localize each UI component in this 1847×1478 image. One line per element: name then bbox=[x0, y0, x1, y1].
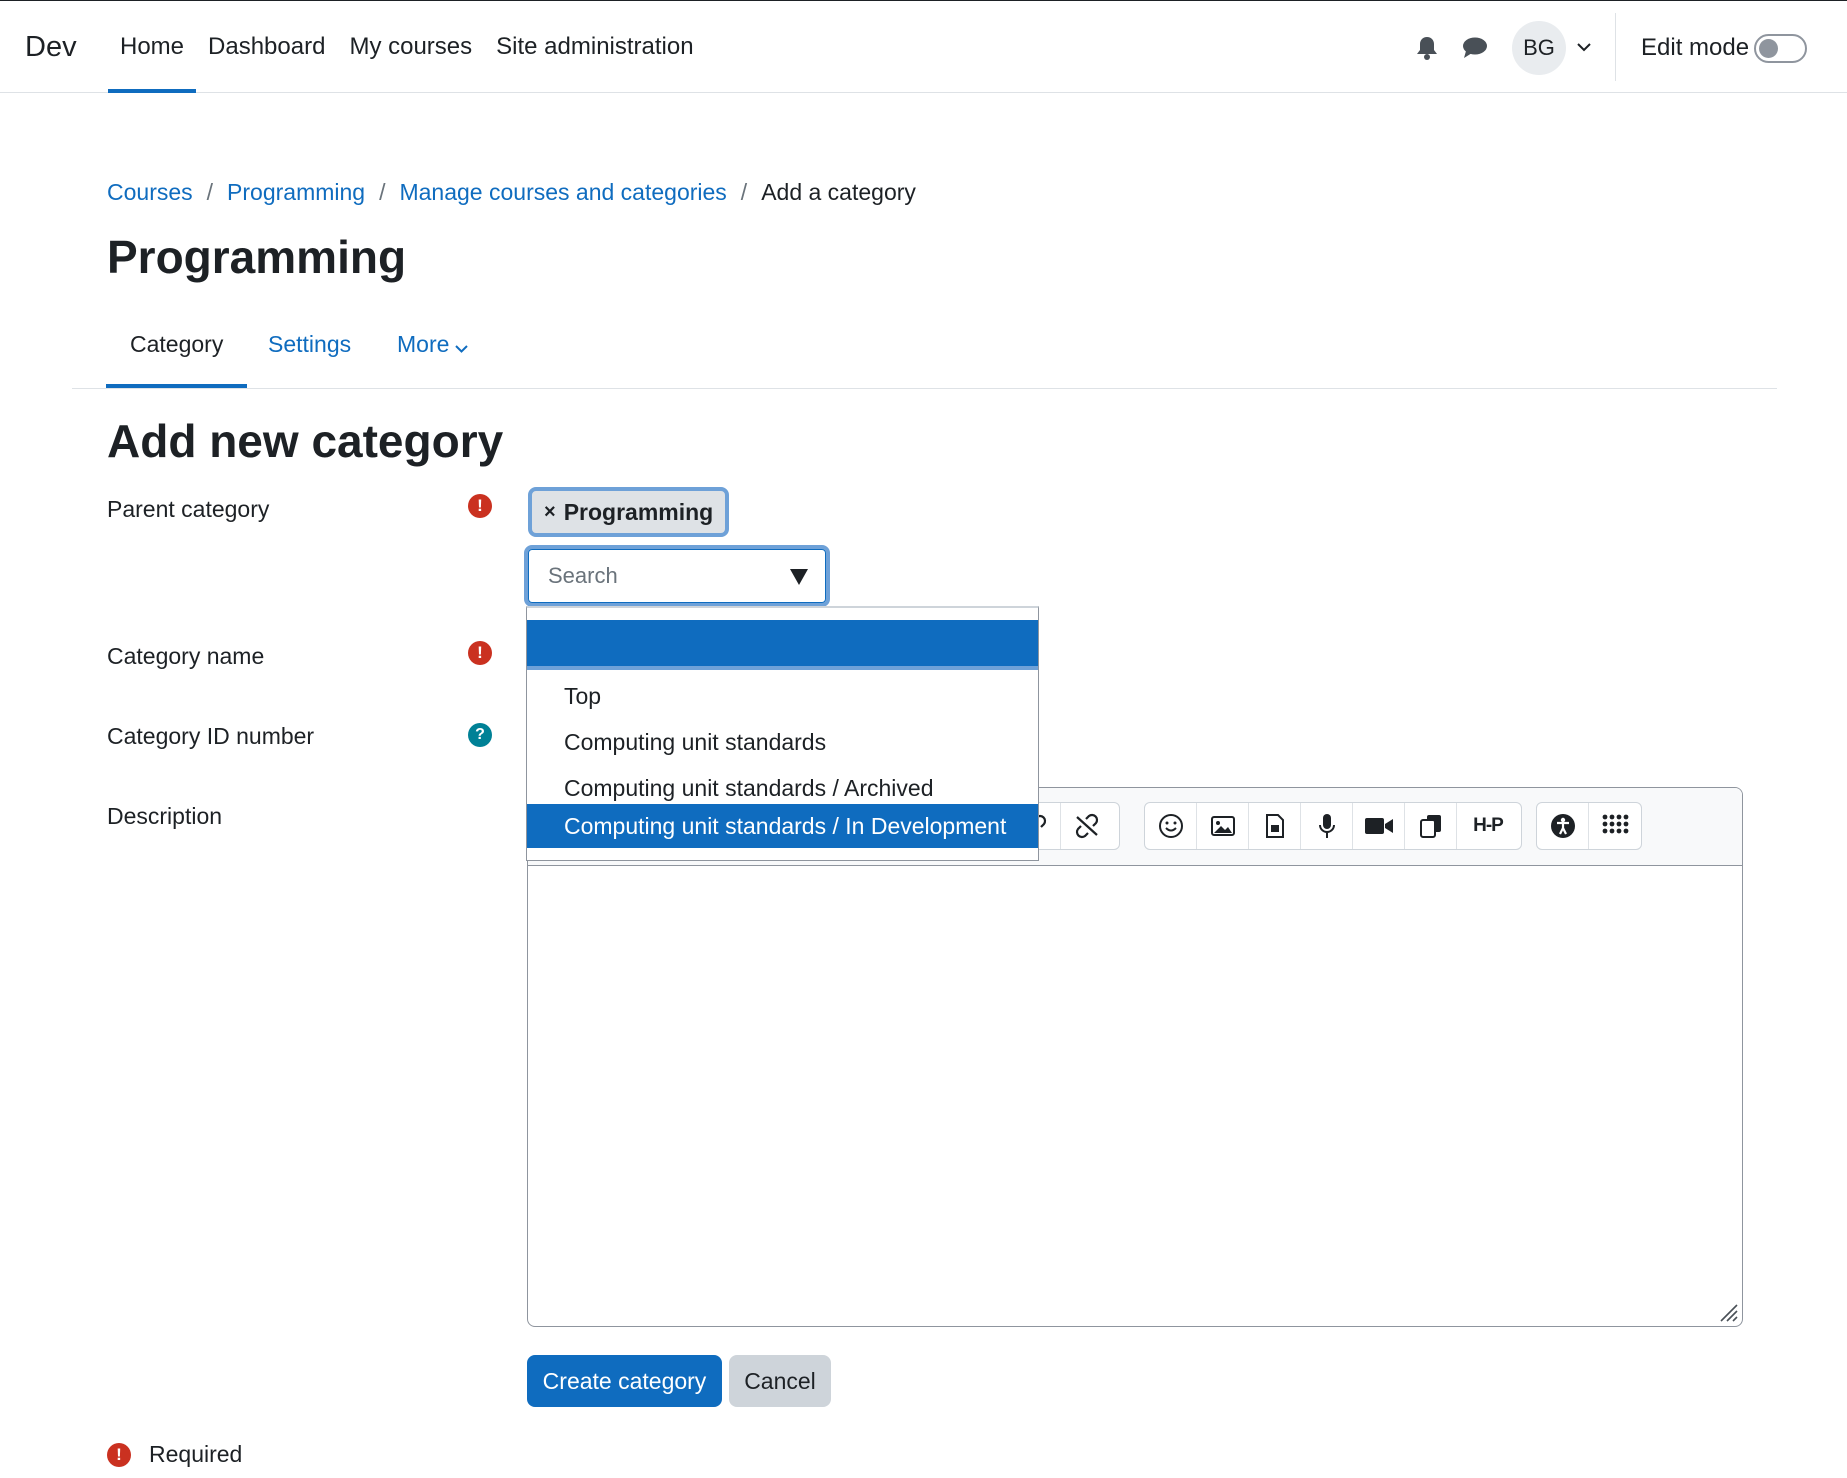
secondary-navigation: Category Settings More bbox=[72, 310, 1777, 389]
required-icon: ! bbox=[468, 641, 492, 665]
user-avatar[interactable]: BG bbox=[1512, 21, 1566, 75]
record-video-icon[interactable] bbox=[1353, 803, 1405, 849]
copy-icon[interactable] bbox=[1405, 803, 1457, 849]
help-icon[interactable]: ? bbox=[468, 723, 492, 747]
create-category-button[interactable]: Create category bbox=[527, 1355, 722, 1407]
edit-mode-toggle[interactable] bbox=[1754, 34, 1807, 63]
nav-site-administration-link[interactable]: Site administration bbox=[484, 1, 705, 93]
required-icon: ! bbox=[107, 1442, 131, 1467]
tab-more-label: More bbox=[397, 331, 450, 357]
nav-utility-icons bbox=[1403, 28, 1499, 68]
toolbar-media-group: H-P bbox=[1144, 802, 1522, 850]
more-apps-icon[interactable] bbox=[1589, 803, 1641, 849]
breadcrumb: Courses / Programming / Manage courses a… bbox=[107, 179, 916, 206]
cancel-button[interactable]: Cancel bbox=[729, 1355, 831, 1407]
breadcrumb-programming-link[interactable]: Programming bbox=[227, 179, 365, 206]
toolbar-tools-group bbox=[1536, 802, 1642, 850]
bell-icon[interactable] bbox=[1403, 28, 1451, 68]
parent-category-search[interactable] bbox=[524, 545, 830, 607]
nav-dashboard-link[interactable]: Dashboard bbox=[196, 1, 337, 93]
page-title: Programming bbox=[107, 231, 407, 283]
media-icon[interactable] bbox=[1249, 803, 1301, 849]
category-id-number-label: Category ID number bbox=[107, 723, 315, 749]
emoji-icon[interactable] bbox=[1145, 803, 1197, 849]
breadcrumb-current: Add a category bbox=[761, 179, 916, 205]
primary-navigation: Home Dashboard My courses Site administr… bbox=[108, 1, 706, 93]
required-legend-label: Required bbox=[149, 1441, 243, 1467]
parent-category-options: Top Computing unit standards Computing u… bbox=[526, 606, 1039, 861]
breadcrumb-separator: / bbox=[379, 179, 386, 205]
toggle-knob bbox=[1759, 39, 1778, 58]
required-legend: ! Required bbox=[107, 1441, 242, 1468]
edit-mode-label: Edit mode bbox=[1641, 34, 1750, 61]
dropdown-arrow-icon[interactable] bbox=[790, 569, 808, 585]
category-name-label: Category name bbox=[107, 643, 265, 669]
breadcrumb-separator: / bbox=[740, 179, 748, 205]
form-title: Add new category bbox=[107, 415, 504, 467]
chevron-down-icon[interactable] bbox=[1576, 37, 1592, 62]
chevron-down-icon bbox=[455, 312, 469, 380]
option-computing-in-development[interactable]: Computing unit standards / In Developmen… bbox=[527, 804, 1038, 848]
resize-handle-icon[interactable] bbox=[1716, 1300, 1738, 1322]
site-brand[interactable]: Dev bbox=[25, 31, 77, 64]
tab-category[interactable]: Category bbox=[105, 310, 248, 388]
image-icon[interactable] bbox=[1197, 803, 1249, 849]
chip-label: Programming bbox=[563, 498, 714, 525]
chat-icon[interactable] bbox=[1451, 28, 1499, 68]
parent-category-label: Parent category bbox=[107, 496, 270, 522]
search-input[interactable] bbox=[528, 549, 826, 603]
selected-parent-chip[interactable]: × Programming bbox=[528, 487, 730, 537]
h5p-icon[interactable]: H-P bbox=[1457, 803, 1519, 849]
option-blank[interactable] bbox=[527, 620, 1038, 670]
nav-divider bbox=[1615, 13, 1616, 81]
breadcrumb-separator: / bbox=[206, 179, 214, 205]
option-top[interactable]: Top bbox=[527, 674, 1038, 718]
h5p-label: H-P bbox=[1473, 815, 1504, 836]
description-label: Description bbox=[107, 803, 223, 829]
close-icon[interactable]: × bbox=[544, 501, 556, 524]
nav-home-link[interactable]: Home bbox=[108, 1, 197, 93]
nav-my-courses-link[interactable]: My courses bbox=[337, 1, 484, 93]
record-audio-icon[interactable] bbox=[1301, 803, 1353, 849]
required-icon: ! bbox=[468, 494, 492, 518]
option-computing-unit-standards[interactable]: Computing unit standards bbox=[527, 720, 1038, 764]
breadcrumb-manage-link[interactable]: Manage courses and categories bbox=[399, 179, 726, 206]
accessibility-icon[interactable] bbox=[1537, 803, 1589, 849]
tab-settings[interactable]: Settings bbox=[268, 310, 351, 388]
tab-more[interactable]: More bbox=[397, 310, 469, 388]
top-navbar: Dev Home Dashboard My courses Site admin… bbox=[0, 0, 1847, 93]
unlink-icon[interactable] bbox=[1061, 803, 1113, 849]
breadcrumb-courses-link[interactable]: Courses bbox=[107, 179, 193, 206]
description-editor[interactable]: H-P bbox=[527, 787, 1743, 1327]
